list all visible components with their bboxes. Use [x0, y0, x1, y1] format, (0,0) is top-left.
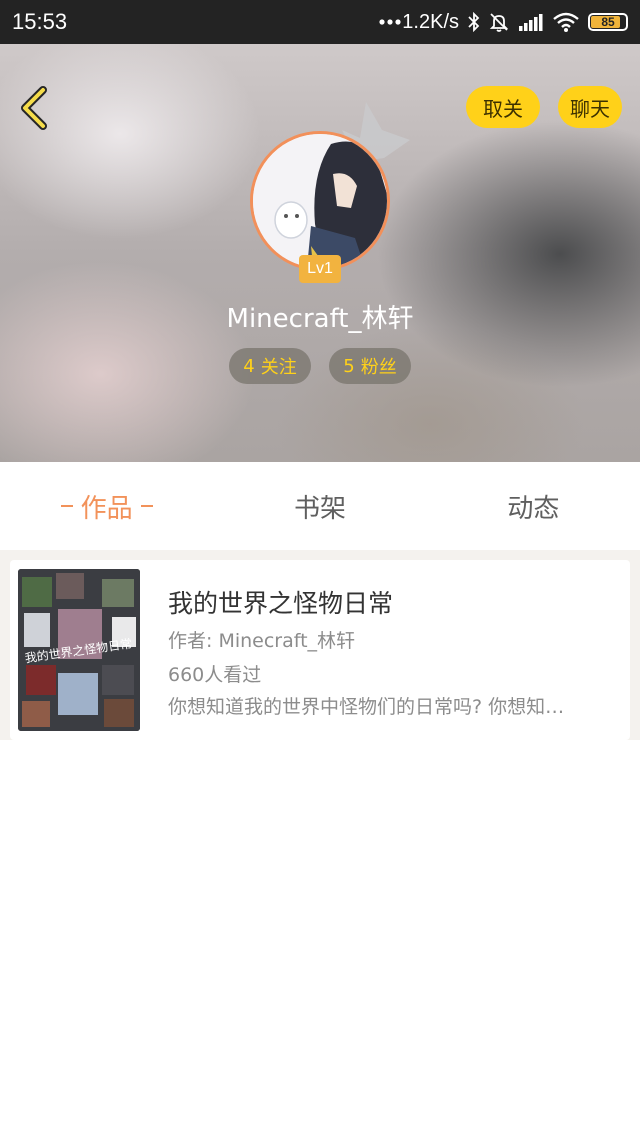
book-title: 我的世界之怪物日常 [168, 589, 394, 618]
wifi-icon [553, 12, 579, 32]
tab-activity[interactable]: 动态 [427, 462, 640, 550]
book-views: 660人看过 [168, 664, 262, 686]
tab-bookshelf[interactable]: 书架 [213, 462, 426, 550]
avatar-illustration [253, 134, 387, 268]
book-cover-art: 我的世界之怪物日常 [18, 569, 140, 731]
book-card[interactable]: 我的世界之怪物日常 我的世界之怪物日常 作者: Minecraft_林轩 660… [10, 560, 630, 740]
status-time: 15:53 [12, 9, 68, 34]
tab-works[interactable]: 作品 [0, 462, 213, 550]
following-label: 关注 [260, 357, 297, 378]
status-bar: 15:53 1.2K/s 85 [0, 0, 640, 44]
bluetooth-icon [468, 12, 480, 32]
back-button[interactable] [14, 84, 54, 132]
profile-header: 取关 聊天 Lv1 Minecraft_林轩 4 关注 5 粉丝 [0, 44, 640, 462]
profile-tabs: 作品 书架 动态 [0, 462, 640, 550]
battery-level: 85 [601, 15, 615, 29]
unfollow-button[interactable]: 取关 [466, 86, 540, 128]
chat-button[interactable]: 聊天 [558, 86, 622, 128]
works-list: 我的世界之怪物日常 我的世界之怪物日常 作者: Minecraft_林轩 660… [0, 550, 640, 740]
signal-icon [518, 13, 544, 31]
network-speed: 1.2K/s [402, 10, 459, 33]
back-arrow-icon [21, 86, 47, 130]
following-count: 4 [243, 355, 255, 377]
username: Minecraft_林轩 [226, 304, 414, 334]
fans-label: 粉丝 [360, 357, 397, 378]
fans-count: 5 [343, 355, 355, 377]
tab-bookshelf-label: 书架 [293, 493, 346, 524]
book-cover: 我的世界之怪物日常 [18, 569, 140, 731]
tab-works-label: 作品 [80, 493, 133, 524]
tab-indicator-right [140, 505, 153, 507]
book-author: 作者: Minecraft_林轩 [168, 630, 356, 652]
tab-indicator-left [60, 505, 73, 507]
avatar[interactable] [250, 131, 390, 271]
following-stat[interactable]: 4 关注 [229, 348, 311, 384]
status-indicators: 1.2K/s 85 [379, 11, 628, 34]
battery-icon: 85 [588, 13, 628, 31]
more-dots-icon [379, 18, 401, 26]
level-badge: Lv1 [299, 255, 341, 283]
profile-page: 15:53 1.2K/s 85 取关 聊天 Lv1 Minecraft_林轩 4… [0, 0, 640, 1138]
notification-muted-icon [489, 12, 509, 32]
tab-activity-label: 动态 [507, 493, 560, 524]
fans-stat[interactable]: 5 粉丝 [329, 348, 411, 384]
book-description: 你想知道我的世界中怪物们的日常吗? 你想知… [168, 696, 565, 718]
